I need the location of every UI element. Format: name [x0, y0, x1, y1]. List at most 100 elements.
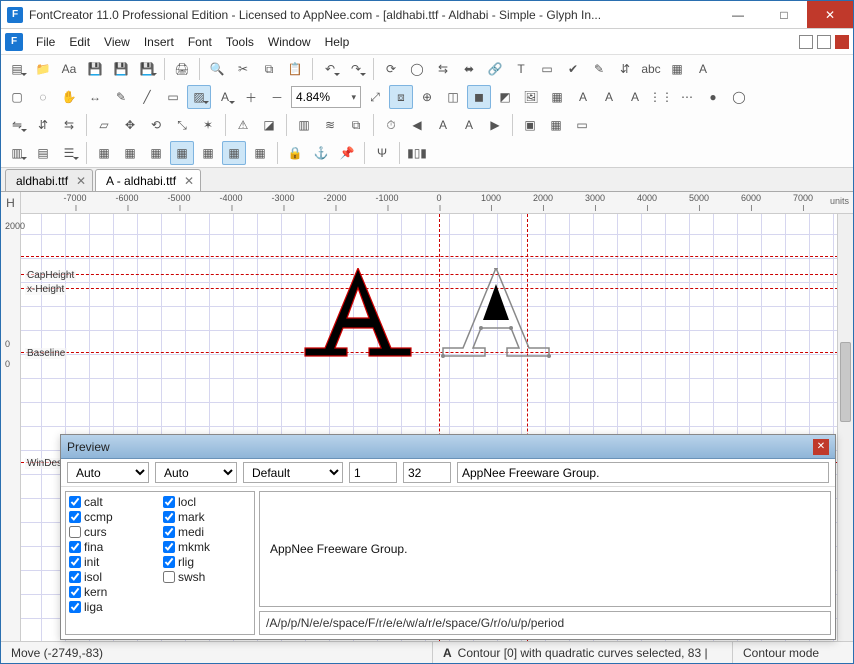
preview-num-1[interactable] — [349, 462, 397, 483]
lock-button[interactable]: 🔒 — [283, 141, 307, 165]
feature-checkbox-mkmk[interactable] — [163, 541, 175, 553]
menu-insert[interactable]: Insert — [137, 32, 181, 52]
cut-button[interactable]: ✂ — [231, 57, 255, 81]
feature-checkbox-liga[interactable] — [69, 601, 81, 613]
edit-button[interactable]: ✎ — [587, 57, 611, 81]
feature-medi[interactable]: medi — [163, 525, 251, 539]
measure-button[interactable]: ↔ — [83, 85, 107, 109]
menu-window[interactable]: Window — [261, 32, 318, 52]
preview-num-2[interactable] — [403, 462, 451, 483]
feature-checkbox-swsh[interactable] — [163, 571, 175, 583]
a-color-button[interactable]: A — [691, 57, 715, 81]
feature-fina[interactable]: fina — [69, 540, 157, 554]
feature-checkbox-fina[interactable] — [69, 541, 81, 553]
feature-checkbox-init[interactable] — [69, 556, 81, 568]
zoom-out-button[interactable]: － — [265, 85, 289, 109]
fit-button[interactable]: ⤢ — [363, 85, 387, 109]
preview-close-button[interactable]: ✕ — [813, 439, 829, 455]
undo-button[interactable]: ↶ — [318, 57, 342, 81]
barcode-button[interactable]: ▮▯▮ — [405, 141, 429, 165]
skew-button[interactable]: ▱ — [92, 113, 116, 137]
arrow-l-button[interactable]: ◀ — [405, 113, 429, 137]
feature-locl[interactable]: locl — [163, 495, 251, 509]
pick-button[interactable]: ◫ — [441, 85, 465, 109]
bars-button[interactable]: ▥ — [292, 113, 316, 137]
font-aa-button[interactable]: Aa — [57, 57, 81, 81]
menu-font[interactable]: Font — [181, 32, 219, 52]
feature-checkbox-isol[interactable] — [69, 571, 81, 583]
flip-button[interactable]: ⇆ — [431, 57, 455, 81]
preview-combo-3[interactable]: Default — [243, 462, 343, 483]
rotate-button[interactable]: ⟲ — [144, 113, 168, 137]
select-dotted-button[interactable]: ▢ — [5, 85, 29, 109]
menu-view[interactable]: View — [97, 32, 137, 52]
target-button[interactable]: ⊕ — [415, 85, 439, 109]
minimize-button[interactable]: — — [715, 1, 761, 28]
feature-init[interactable]: init — [69, 555, 157, 569]
pen-button[interactable]: ✎ — [109, 85, 133, 109]
tree-button[interactable]: ☰ — [57, 141, 81, 165]
grid-dots-button[interactable]: ⋮⋮ — [649, 85, 673, 109]
grid5-button[interactable]: ▦ — [196, 141, 220, 165]
image-button[interactable]: 🖼 — [519, 85, 543, 109]
preview-titlebar[interactable]: Preview ✕ — [61, 435, 835, 459]
feature-checkbox-rlig[interactable] — [163, 556, 175, 568]
feature-checkbox-calt[interactable] — [69, 496, 81, 508]
copy-button[interactable]: ⧉ — [257, 57, 281, 81]
print-button[interactable]: 🖨 — [170, 57, 194, 81]
guides-button[interactable]: ▦ — [545, 85, 569, 109]
a-right-button[interactable]: A — [623, 85, 647, 109]
feature-calt[interactable]: calt — [69, 495, 157, 509]
text-box-button[interactable]: T — [509, 57, 533, 81]
save-all-button[interactable]: 💾 — [109, 57, 133, 81]
zoom-combo[interactable]: 4.84% — [291, 86, 361, 108]
compare-button[interactable]: ⧉ — [344, 113, 368, 137]
eraser-button[interactable]: ◪ — [257, 113, 281, 137]
grid1-button[interactable]: ▦ — [92, 141, 116, 165]
a-r-button[interactable]: A — [457, 113, 481, 137]
barwave-button[interactable]: ≋ — [318, 113, 342, 137]
a-outline-button[interactable]: A — [213, 85, 237, 109]
stack-button[interactable]: ▣ — [518, 113, 542, 137]
back-button[interactable]: ▭ — [570, 113, 594, 137]
close-button[interactable]: ✕ — [807, 1, 853, 28]
menu-tools[interactable]: Tools — [219, 32, 261, 52]
grid2-button[interactable]: ▦ — [118, 141, 142, 165]
mdi-close-button[interactable] — [835, 35, 849, 49]
tab-aldhabi[interactable]: aldhabi.ttf ✕ — [5, 169, 93, 191]
menu-edit[interactable]: Edit — [62, 32, 97, 52]
rect-button[interactable]: ▭ — [161, 85, 185, 109]
feature-mark[interactable]: mark — [163, 510, 251, 524]
scrollbar-thumb[interactable] — [840, 342, 851, 422]
tab-a-aldhabi[interactable]: A - aldhabi.ttf ✕ — [95, 169, 201, 191]
panel-button[interactable]: ▥ — [5, 141, 29, 165]
layers-button[interactable]: ▦ — [544, 113, 568, 137]
panel2-button[interactable]: ▤ — [31, 141, 55, 165]
flip-h-button[interactable]: ⇋ — [5, 113, 29, 137]
feature-curs[interactable]: curs — [69, 525, 157, 539]
feature-mkmk[interactable]: mkmk — [163, 540, 251, 554]
lasso-button[interactable]: ◌ — [31, 85, 55, 109]
find-button[interactable]: 🔍 — [205, 57, 229, 81]
line-button[interactable]: ╱ — [135, 85, 159, 109]
pin-button[interactable]: 📌 — [335, 141, 359, 165]
paste-button[interactable]: 📋 — [283, 57, 307, 81]
feature-checkbox-curs[interactable] — [69, 526, 81, 538]
maximize-button[interactable]: □ — [761, 1, 807, 28]
save-button[interactable]: 💾 — [83, 57, 107, 81]
refresh-button[interactable]: ⟳ — [379, 57, 403, 81]
menu-help[interactable]: Help — [318, 32, 357, 52]
preview-sample-input[interactable] — [457, 462, 829, 483]
grid3-button[interactable]: ▦ — [144, 141, 168, 165]
swap-button[interactable]: ⇵ — [613, 57, 637, 81]
tab-close-icon[interactable]: ✕ — [184, 174, 194, 188]
mirror-button[interactable]: ⇆ — [57, 113, 81, 137]
slice-button[interactable]: ◩ — [493, 85, 517, 109]
feature-rlig[interactable]: rlig — [163, 555, 251, 569]
anchor-button[interactable]: ⚓ — [309, 141, 333, 165]
glyph-filled[interactable] — [303, 268, 413, 360]
art-button[interactable]: ✶ — [196, 113, 220, 137]
tab-close-icon[interactable]: ✕ — [76, 174, 86, 188]
check-button[interactable]: ✔ — [561, 57, 585, 81]
a-shape-button[interactable]: A — [571, 85, 595, 109]
